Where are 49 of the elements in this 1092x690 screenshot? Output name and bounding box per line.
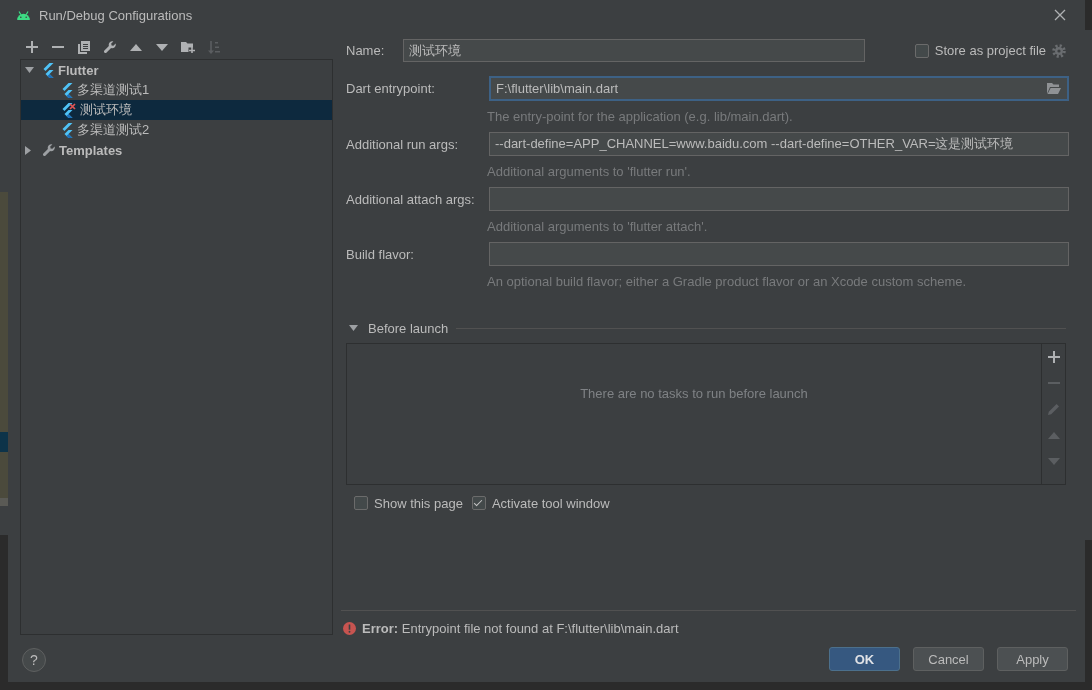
down-triangle-icon[interactable] (156, 43, 168, 51)
text-field[interactable] (489, 242, 1069, 266)
tree-item[interactable]: Flutter (21, 60, 332, 80)
folder-plus-icon[interactable] (181, 40, 195, 54)
window-title: Run/Debug Configurations (39, 7, 193, 23)
tree-item[interactable]: 测试环境 (21, 100, 332, 120)
folder-icon[interactable] (1047, 83, 1061, 94)
error-message: Error: Entrypoint file not found at F:\flutter\lib\main.dart (362, 620, 679, 636)
section-title[interactable]: Before launch (368, 320, 449, 336)
field-label: Dart entrypoint: (346, 81, 436, 96)
caret-down-icon[interactable] (25, 67, 34, 73)
tree-item[interactable]: Templates (21, 140, 332, 160)
checkbox[interactable] (471, 496, 486, 510)
chevron-logo-icon (43, 62, 54, 78)
dialog-button[interactable]: OK (829, 647, 900, 671)
empty-message: There are no tasks to run before launch (580, 386, 808, 401)
tree-item[interactable]: 多渠道测试2 (21, 120, 332, 140)
field-label: Additional run args: (346, 136, 459, 152)
dialog-button[interactable]: Apply (997, 647, 1068, 671)
field-hint: The entry-point for the application (e.g. lib/main.dart). (487, 109, 794, 124)
checkbox[interactable] (914, 43, 929, 58)
text-field[interactable] (489, 187, 1069, 211)
help-button[interactable]: ? (22, 648, 46, 672)
copy-icon[interactable] (78, 40, 90, 54)
dialog-button[interactable]: Cancel (913, 647, 984, 671)
wrench-icon (43, 144, 55, 156)
name-field[interactable]: 测试环境 (403, 39, 865, 62)
checkbox-label: Show this page (374, 495, 463, 511)
tree-item[interactable]: 多渠道测试1 (21, 80, 332, 100)
field-hint: Additional arguments to 'flutter run'. (487, 164, 692, 179)
field-label: Additional attach args: (346, 191, 476, 207)
field-hint: Additional arguments to 'flutter attach'. (487, 219, 709, 234)
add-icon[interactable] (26, 41, 38, 53)
up-triangle-icon[interactable] (130, 43, 142, 51)
error-icon (343, 621, 356, 635)
checkbox-label: Activate tool window (491, 495, 610, 511)
checkbox[interactable] (354, 496, 368, 510)
field-label: Name: (346, 43, 386, 58)
text-field[interactable]: --dart-define=APP_CHANNEL=www.baidu.com --dart-define=OTHER_VAR=这是测试环境 (489, 132, 1069, 156)
checkbox-label: Store as project file (934, 43, 1046, 58)
field-label: Build flavor: (346, 246, 415, 262)
close-icon[interactable] (1054, 9, 1066, 21)
file-path-field[interactable]: F:\flutter\lib\main.dart (489, 76, 1069, 101)
robot-head-icon (16, 10, 31, 20)
caret-right-icon[interactable] (25, 145, 31, 155)
caret-down-icon[interactable] (349, 325, 358, 331)
field-hint: An optional build flavor; either a Gradle product flavor or an Xcode custom scheme. (487, 274, 968, 289)
wrench-icon[interactable] (104, 41, 116, 53)
add-icon[interactable] (1047, 351, 1060, 363)
